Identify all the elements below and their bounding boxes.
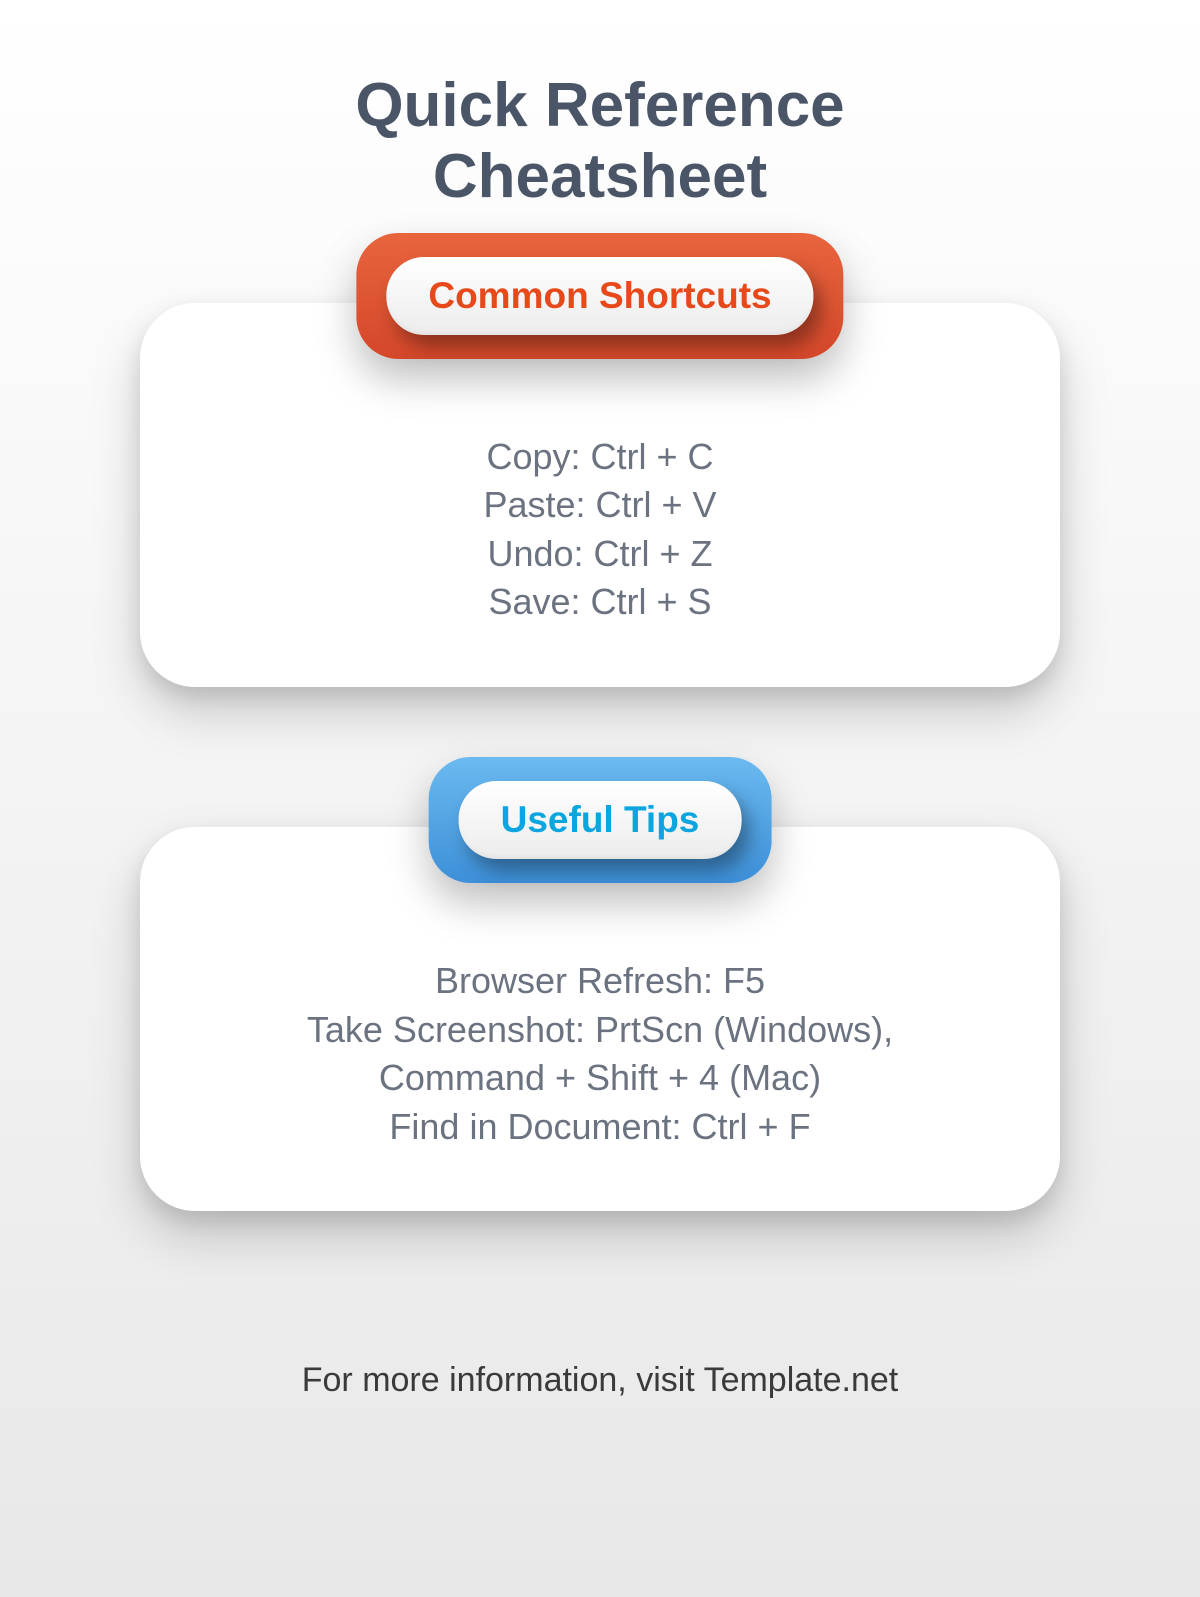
tip-line: Find in Document: Ctrl + F: [180, 1103, 1020, 1152]
page-title: Quick Reference Cheatsheet: [355, 70, 844, 213]
shortcut-line: Paste: Ctrl + V: [180, 481, 1020, 530]
shortcuts-tab-outer: Common Shortcuts: [356, 233, 843, 359]
tip-line: Command + Shift + 4 (Mac): [180, 1054, 1020, 1103]
shortcuts-heading: Common Shortcuts: [386, 257, 813, 335]
tips-content: Browser Refresh: F5 Take Screenshot: Prt…: [180, 957, 1020, 1151]
tips-card: Useful Tips Browser Refresh: F5 Take Scr…: [140, 827, 1060, 1211]
shortcuts-content: Copy: Ctrl + C Paste: Ctrl + V Undo: Ctr…: [180, 433, 1020, 627]
shortcut-line: Save: Ctrl + S: [180, 578, 1020, 627]
title-line-1: Quick Reference: [355, 71, 844, 140]
shortcuts-tab: Common Shortcuts: [356, 233, 843, 359]
tips-tab: Useful Tips: [429, 757, 772, 883]
shortcut-line: Copy: Ctrl + C: [180, 433, 1020, 482]
footer-text: For more information, visit Template.net: [302, 1361, 899, 1400]
shortcuts-card: Common Shortcuts Copy: Ctrl + C Paste: C…: [140, 303, 1060, 687]
shortcut-line: Undo: Ctrl + Z: [180, 530, 1020, 579]
tip-line: Browser Refresh: F5: [180, 957, 1020, 1006]
title-line-2: Cheatsheet: [433, 142, 767, 211]
tip-line: Take Screenshot: PrtScn (Windows),: [180, 1006, 1020, 1055]
tips-heading: Useful Tips: [459, 781, 742, 859]
tips-tab-outer: Useful Tips: [429, 757, 772, 883]
